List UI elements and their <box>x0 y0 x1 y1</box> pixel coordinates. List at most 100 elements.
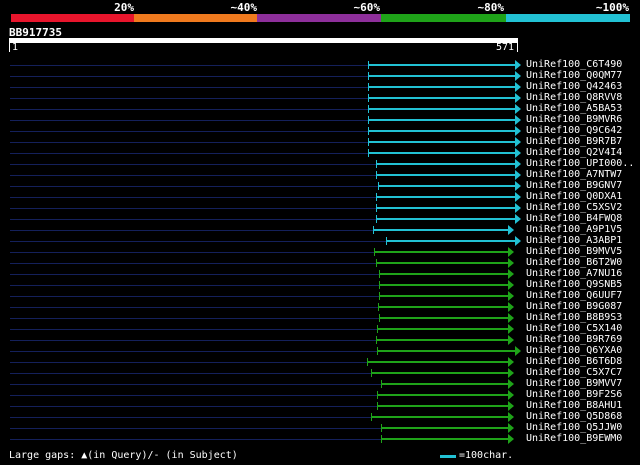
legend-color-bar <box>506 14 630 22</box>
hit-name-link[interactable]: UniRef100_Q0DXA1 <box>526 191 622 202</box>
hit-alignment-bar[interactable] <box>367 86 515 88</box>
hit-arrow-icon <box>515 203 521 213</box>
hit-alignment-bar[interactable] <box>370 372 508 374</box>
hit-alignment-bar[interactable] <box>376 350 515 352</box>
hit-name-link[interactable]: UniRef100_B9F2S6 <box>526 389 622 400</box>
blast-alignment-viewer: 20% ~40% ~60% ~80% ~100% BB917735 1 571 … <box>0 0 640 465</box>
hit-name-link[interactable]: UniRef100_Q5JJW0 <box>526 422 622 433</box>
hit-name-link[interactable]: UniRef100_C5X7C7 <box>526 367 622 378</box>
hit-arrow-icon <box>515 60 521 70</box>
query-track <box>10 153 368 154</box>
hit-alignment-bar[interactable] <box>374 251 508 253</box>
query-track <box>10 252 375 253</box>
hit-arrow-icon <box>515 93 521 103</box>
hit-alignment-bar[interactable] <box>376 394 508 396</box>
hit-alignment-bar[interactable] <box>381 427 508 429</box>
large-gaps-legend: Large gaps: ▲(in Query)/- (in Subject) <box>9 450 238 461</box>
hit-name-link[interactable]: UniRef100_Q8RVV8 <box>526 92 622 103</box>
hit-name-link[interactable]: UniRef100_A3ABP1 <box>526 235 622 246</box>
hit-alignment-bar[interactable] <box>367 361 508 363</box>
hit-name-link[interactable]: UniRef100_B9EWM0 <box>526 433 622 444</box>
hit-name-link[interactable]: UniRef100_C5X140 <box>526 323 622 334</box>
hit-name-link[interactable]: UniRef100_B9G087 <box>526 301 622 312</box>
hit-alignment-bar[interactable] <box>367 141 515 143</box>
ruler-tick-end <box>517 43 518 52</box>
query-track <box>10 296 380 297</box>
hit-alignment-bar[interactable] <box>367 152 515 154</box>
hit-alignment-bar[interactable] <box>377 306 508 308</box>
query-track <box>10 395 377 396</box>
hit-name-link[interactable]: UniRef100_A7NU16 <box>526 268 622 279</box>
hit-arrow-icon <box>507 258 514 268</box>
hit-arrow-icon <box>507 368 514 378</box>
hit-alignment-bar[interactable] <box>375 218 515 220</box>
hit-alignment-bar[interactable] <box>375 262 508 264</box>
query-track <box>10 164 376 165</box>
hit-arrow-icon <box>507 247 514 257</box>
hit-alignment-bar[interactable] <box>367 108 515 110</box>
hit-name-link[interactable]: UniRef100_A7NTW7 <box>526 169 622 180</box>
hit-name-link[interactable]: UniRef100_B6T6D8 <box>526 356 622 367</box>
hit-alignment-bar[interactable] <box>375 174 515 176</box>
query-track <box>10 373 371 374</box>
hit-alignment-bar[interactable] <box>385 240 515 242</box>
hit-name-link[interactable]: UniRef100_B6T2W0 <box>526 257 622 268</box>
query-track <box>10 131 368 132</box>
hit-name-link[interactable]: UniRef100_Q9C642 <box>526 125 622 136</box>
ruler-start-label: 1 <box>12 42 19 53</box>
hit-name-link[interactable]: UniRef100_Q5D868 <box>526 411 622 422</box>
query-track <box>10 241 386 242</box>
hit-name-link[interactable]: UniRef100_A9P1V5 <box>526 224 622 235</box>
query-track <box>10 175 376 176</box>
hit-alignment-bar[interactable] <box>367 64 515 66</box>
hit-alignment-bar[interactable] <box>379 284 508 286</box>
hit-alignment-bar[interactable] <box>379 317 508 319</box>
hit-alignment-bar[interactable] <box>367 75 515 77</box>
hit-name-link[interactable]: UniRef100_C5XSV2 <box>526 202 622 213</box>
query-track <box>10 142 368 143</box>
hit-name-link[interactable]: UniRef100_B4FWQ8 <box>526 213 622 224</box>
hit-name-link[interactable]: UniRef100_Q6YXA0 <box>526 345 622 356</box>
hit-alignment-bar[interactable] <box>377 185 515 187</box>
hit-alignment-bar[interactable] <box>370 416 508 418</box>
hit-arrow-icon <box>507 291 514 301</box>
hit-alignment-bar[interactable] <box>367 97 515 99</box>
hit-name-link[interactable]: UniRef100_B9MVV5 <box>526 246 622 257</box>
hit-alignment-bar[interactable] <box>367 119 515 121</box>
hit-alignment-bar[interactable] <box>376 405 508 407</box>
query-track <box>10 65 368 66</box>
hit-name-link[interactable]: UniRef100_Q42463 <box>526 81 622 92</box>
hit-alignment-bar[interactable] <box>375 163 515 165</box>
hit-name-link[interactable]: UniRef100_Q0QM77 <box>526 70 622 81</box>
hit-alignment-bar[interactable] <box>375 339 508 341</box>
hit-name-link[interactable]: UniRef100_UPI000.. <box>526 158 634 169</box>
hit-arrow-icon <box>515 115 521 125</box>
hit-name-link[interactable]: UniRef100_B8B9S3 <box>526 312 622 323</box>
hit-arrow-icon <box>515 214 521 224</box>
hit-name-link[interactable]: UniRef100_B8AHU1 <box>526 400 622 411</box>
hit-alignment-bar[interactable] <box>376 328 508 330</box>
hit-alignment-bar[interactable] <box>381 383 508 385</box>
hit-name-link[interactable]: UniRef100_B9R7B7 <box>526 136 622 147</box>
hit-name-link[interactable]: UniRef100_B9MVV7 <box>526 378 622 389</box>
hit-name-link[interactable]: UniRef100_C6T490 <box>526 59 622 70</box>
hit-alignment-bar[interactable] <box>379 295 508 297</box>
hit-alignment-bar[interactable] <box>381 438 508 440</box>
query-track <box>10 307 378 308</box>
hit-alignment-bar[interactable] <box>375 196 515 198</box>
query-track <box>10 384 382 385</box>
hit-arrow-icon <box>507 390 514 400</box>
hit-alignment-bar[interactable] <box>367 130 515 132</box>
query-track <box>10 329 377 330</box>
hit-name-link[interactable]: UniRef100_B9GNV7 <box>526 180 622 191</box>
hit-arrow-icon <box>515 159 521 169</box>
hit-name-link[interactable]: UniRef100_Q6UUF7 <box>526 290 622 301</box>
hit-name-link[interactable]: UniRef100_Q2V4I4 <box>526 147 622 158</box>
hit-alignment-bar[interactable] <box>375 207 515 209</box>
hit-name-link[interactable]: UniRef100_B9R769 <box>526 334 622 345</box>
hit-alignment-bar[interactable] <box>379 273 508 275</box>
hit-name-link[interactable]: UniRef100_A5BA53 <box>526 103 622 114</box>
hit-name-link[interactable]: UniRef100_Q9SNB5 <box>526 279 622 290</box>
hit-name-link[interactable]: UniRef100_B9MVR6 <box>526 114 622 125</box>
hit-alignment-bar[interactable] <box>373 229 508 231</box>
